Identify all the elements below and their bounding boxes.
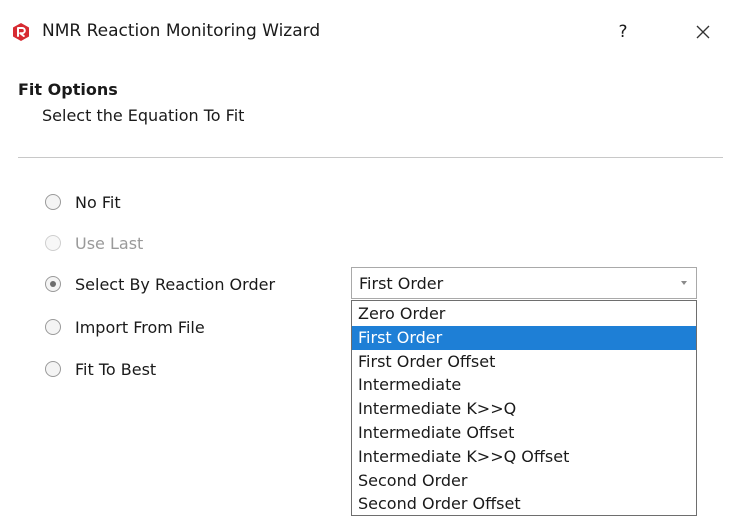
- app-logo-icon: [13, 23, 29, 41]
- radio-button[interactable]: [45, 194, 61, 210]
- radio-button[interactable]: [45, 361, 61, 377]
- section-heading: Fit Options: [18, 80, 118, 99]
- reaction-order-dropdown-list: Zero Order First Order First Order Offse…: [351, 300, 697, 516]
- dropdown-option[interactable]: First Order Offset: [352, 350, 696, 374]
- title-bar: NMR Reaction Monitoring Wizard ?: [0, 0, 733, 62]
- dropdown-option[interactable]: Zero Order: [352, 302, 696, 326]
- dropdown-option[interactable]: Intermediate: [352, 373, 696, 397]
- radio-no-fit[interactable]: No Fit: [45, 190, 121, 214]
- dropdown-option[interactable]: Second Order Offset: [352, 492, 696, 516]
- radio-button[interactable]: [45, 276, 61, 292]
- radio-label: No Fit: [75, 192, 121, 212]
- dropdown-option[interactable]: First Order: [352, 325, 696, 350]
- radio-button[interactable]: [45, 319, 61, 335]
- section-subheading: Select the Equation To Fit: [42, 106, 245, 125]
- reaction-order-select[interactable]: First Order: [351, 267, 697, 299]
- radio-import-from-file[interactable]: Import From File: [45, 315, 205, 339]
- close-icon[interactable]: [690, 19, 716, 45]
- divider: [18, 157, 723, 158]
- dropdown-option[interactable]: Intermediate K>>Q Offset: [352, 445, 696, 469]
- reaction-order-selected-value: First Order: [359, 274, 444, 293]
- radio-label: Import From File: [75, 317, 205, 337]
- dropdown-option[interactable]: Intermediate Offset: [352, 421, 696, 445]
- radio-use-last: Use Last: [45, 231, 143, 255]
- chevron-down-icon[interactable]: [681, 281, 687, 285]
- radio-select-by-reaction-order[interactable]: Select By Reaction Order: [45, 272, 275, 296]
- radio-label: Use Last: [75, 233, 144, 253]
- radio-button: [45, 235, 61, 251]
- help-button[interactable]: ?: [612, 19, 634, 45]
- dropdown-option[interactable]: Intermediate K>>Q: [352, 397, 696, 421]
- dropdown-option[interactable]: Second Order: [352, 469, 696, 493]
- radio-fit-to-best[interactable]: Fit To Best: [45, 357, 156, 381]
- window-title: NMR Reaction Monitoring Wizard: [42, 21, 321, 41]
- radio-label: Select By Reaction Order: [75, 274, 276, 294]
- radio-label: Fit To Best: [75, 359, 157, 379]
